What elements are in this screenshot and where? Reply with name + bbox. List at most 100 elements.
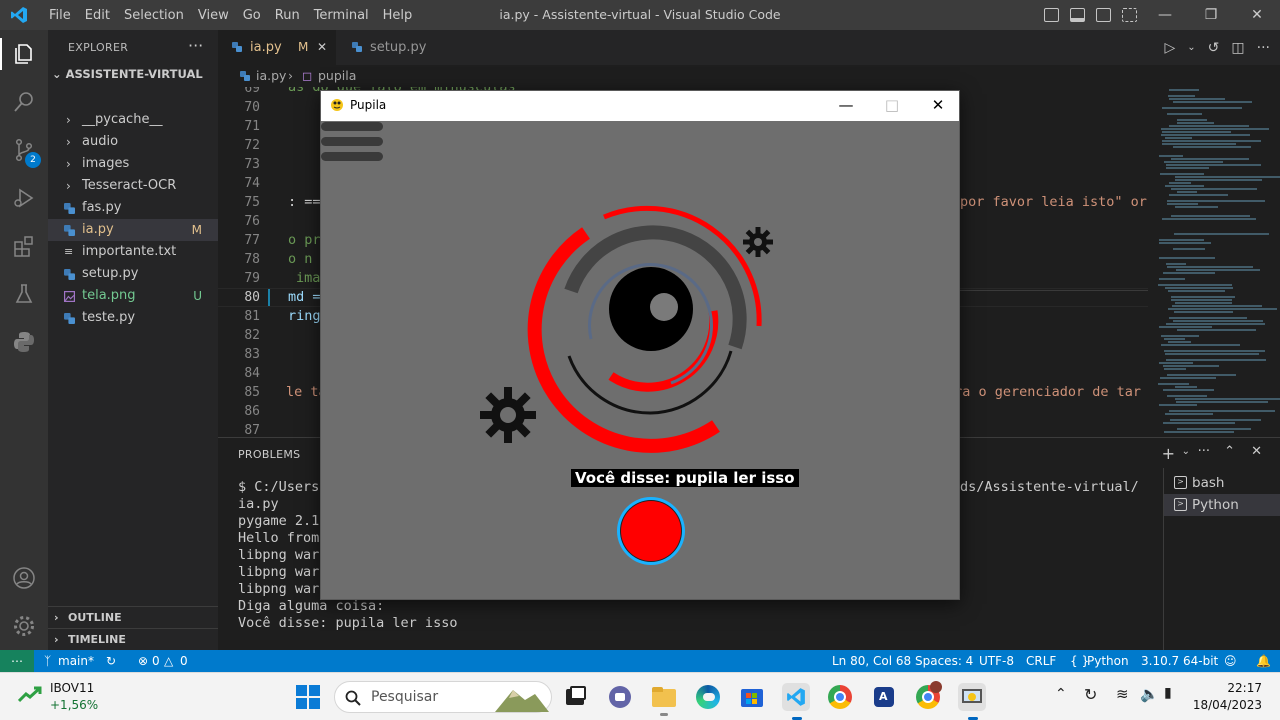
maximize-button[interactable]: □ bbox=[869, 91, 915, 121]
accounts-icon[interactable] bbox=[12, 566, 36, 590]
tab-close-icon[interactable]: ✕ bbox=[317, 30, 327, 65]
toggle-secondary-sidebar-icon[interactable] bbox=[1096, 8, 1111, 22]
breadcrumb-file[interactable]: ia.py bbox=[256, 65, 286, 87]
open-changes-icon[interactable]: ↺ bbox=[1208, 40, 1220, 56]
taskbar-search[interactable]: Pesquisar bbox=[334, 681, 552, 713]
close-panel-icon[interactable]: ✕ bbox=[1251, 444, 1262, 459]
stock-name[interactable]: IBOV11 bbox=[50, 681, 94, 695]
edge-browser-icon[interactable] bbox=[694, 683, 722, 711]
minimize-button[interactable]: — bbox=[823, 91, 869, 121]
restore-button[interactable]: ❐ bbox=[1188, 0, 1234, 30]
warning-icon[interactable]: △ bbox=[164, 650, 173, 672]
explorer-icon[interactable] bbox=[12, 42, 36, 66]
notifications-icon[interactable]: 🔔 bbox=[1256, 650, 1271, 672]
tab-problems[interactable]: PROBLEMS bbox=[238, 448, 300, 461]
maximize-panel-icon[interactable]: ⌃ bbox=[1224, 444, 1235, 459]
more-actions-icon[interactable]: ··· bbox=[1198, 444, 1210, 459]
show-hidden-icons-icon[interactable]: ⌃ bbox=[1055, 686, 1067, 702]
manage-gear-icon[interactable] bbox=[12, 614, 36, 638]
microsoft-store-icon[interactable] bbox=[738, 683, 766, 711]
breadcrumb-symbol[interactable]: pupila bbox=[318, 65, 356, 87]
menu-terminal[interactable]: Terminal bbox=[307, 8, 376, 23]
tree-file-tela-png[interactable]: tela.png U bbox=[48, 285, 218, 307]
task-view-icon[interactable] bbox=[562, 683, 590, 711]
tree-folder-tesseract[interactable]: › Tesseract-OCR bbox=[48, 175, 218, 197]
app-icon[interactable]: A bbox=[870, 683, 898, 711]
run-python-icon[interactable]: ▷ bbox=[1165, 40, 1176, 56]
sync-tray-icon[interactable]: ↻ bbox=[1084, 685, 1097, 704]
line-number: 70 bbox=[244, 100, 260, 115]
indentation[interactable]: Spaces: 4 bbox=[915, 650, 973, 672]
stock-change[interactable]: +1,56% bbox=[50, 698, 98, 712]
menu-file[interactable]: File bbox=[42, 8, 78, 23]
branch-icon[interactable]: ᛉ bbox=[44, 650, 51, 672]
error-icon[interactable]: ⊗ bbox=[138, 650, 148, 672]
search-icon[interactable] bbox=[12, 90, 36, 114]
workspace-root[interactable]: ⌄ ASSISTENTE-VIRTUAL bbox=[52, 67, 203, 81]
wifi-icon[interactable]: ≋ bbox=[1116, 685, 1129, 703]
remote-indicator-icon[interactable]: ⋯ bbox=[0, 650, 34, 672]
testing-icon[interactable] bbox=[12, 282, 36, 306]
tree-file-ia-py[interactable]: ia.py M bbox=[48, 219, 218, 241]
feedback-icon[interactable]: ☺ bbox=[1224, 650, 1237, 672]
volume-icon[interactable]: 🔈 bbox=[1140, 685, 1159, 703]
stock-chart-icon[interactable] bbox=[18, 685, 42, 705]
menu-view[interactable]: View bbox=[191, 8, 236, 23]
more-actions-icon[interactable]: ··· bbox=[1257, 40, 1270, 56]
mic-button[interactable] bbox=[621, 501, 681, 561]
python-taskbar-icon[interactable] bbox=[958, 683, 986, 720]
chevron-down-icon[interactable]: ⌄ bbox=[1187, 42, 1195, 53]
windows-start-icon[interactable] bbox=[296, 685, 320, 709]
language-mode[interactable]: Python bbox=[1087, 650, 1129, 672]
tree-file-fas-py[interactable]: fas.py bbox=[48, 197, 218, 219]
error-count[interactable]: 0 bbox=[152, 650, 160, 672]
tree-folder-images[interactable]: › images bbox=[48, 153, 218, 175]
extensions-icon[interactable] bbox=[12, 234, 36, 258]
more-actions-icon[interactable]: ··· bbox=[188, 36, 203, 55]
close-button[interactable]: ✕ bbox=[1234, 0, 1280, 30]
encoding[interactable]: UTF-8 bbox=[979, 650, 1014, 672]
run-debug-icon[interactable] bbox=[12, 186, 36, 210]
sync-icon[interactable]: ↻ bbox=[106, 650, 116, 672]
teams-chat-icon[interactable] bbox=[606, 683, 634, 711]
tab-ia-py[interactable]: ia.py M ✕ bbox=[218, 30, 336, 65]
chevron-down-icon[interactable]: ⌄ bbox=[1182, 446, 1190, 457]
file-explorer-icon[interactable] bbox=[650, 683, 678, 716]
toggle-primary-sidebar-icon[interactable] bbox=[1044, 8, 1059, 22]
python-icon[interactable] bbox=[12, 330, 36, 354]
split-editor-icon[interactable]: ◫ bbox=[1231, 40, 1244, 56]
menu-go[interactable]: Go bbox=[236, 8, 268, 23]
outline-section[interactable]: › OUTLINE bbox=[48, 606, 218, 628]
minimap[interactable] bbox=[1148, 87, 1280, 437]
tree-file-setup-py[interactable]: setup.py bbox=[48, 263, 218, 285]
tree-file-importante-txt[interactable]: ≡ importante.txt bbox=[48, 241, 218, 263]
customize-layout-icon[interactable] bbox=[1122, 8, 1137, 22]
tree-file-teste-py[interactable]: teste.py bbox=[48, 307, 218, 329]
minimap-line bbox=[1175, 386, 1197, 388]
cursor-position[interactable]: Ln 80, Col 68 bbox=[832, 650, 911, 672]
python-interpreter[interactable]: 3.10.7 64-bit bbox=[1141, 650, 1218, 672]
chrome-profile-icon[interactable] bbox=[914, 681, 942, 711]
clock-time[interactable]: 22:17 bbox=[1200, 681, 1262, 695]
menu-selection[interactable]: Selection bbox=[117, 8, 191, 23]
clock-date[interactable]: 18/04/2023 bbox=[1190, 698, 1262, 712]
menu-help[interactable]: Help bbox=[376, 8, 420, 23]
tab-setup-py[interactable]: setup.py bbox=[336, 30, 456, 65]
tree-folder-pycache[interactable]: › __pycache__ bbox=[48, 109, 218, 131]
terminal-python[interactable]: > Python bbox=[1164, 494, 1280, 516]
eol[interactable]: CRLF bbox=[1026, 650, 1056, 672]
minimize-button[interactable]: — bbox=[1142, 0, 1188, 30]
warning-count[interactable]: 0 bbox=[180, 650, 188, 672]
tree-folder-audio[interactable]: › audio bbox=[48, 131, 218, 153]
menu-edit[interactable]: Edit bbox=[78, 8, 117, 23]
vscode-taskbar-icon[interactable] bbox=[782, 683, 810, 720]
timeline-section[interactable]: › TIMELINE bbox=[48, 628, 218, 650]
terminal-bash[interactable]: > bash bbox=[1164, 472, 1280, 494]
close-button[interactable]: ✕ bbox=[915, 91, 961, 121]
new-terminal-icon[interactable]: + bbox=[1162, 444, 1175, 463]
toggle-panel-icon[interactable] bbox=[1070, 8, 1085, 22]
branch-name[interactable]: main* bbox=[58, 650, 94, 672]
battery-icon[interactable]: ▮ bbox=[1164, 685, 1172, 701]
menu-run[interactable]: Run bbox=[268, 8, 307, 23]
chrome-icon[interactable] bbox=[826, 683, 854, 711]
